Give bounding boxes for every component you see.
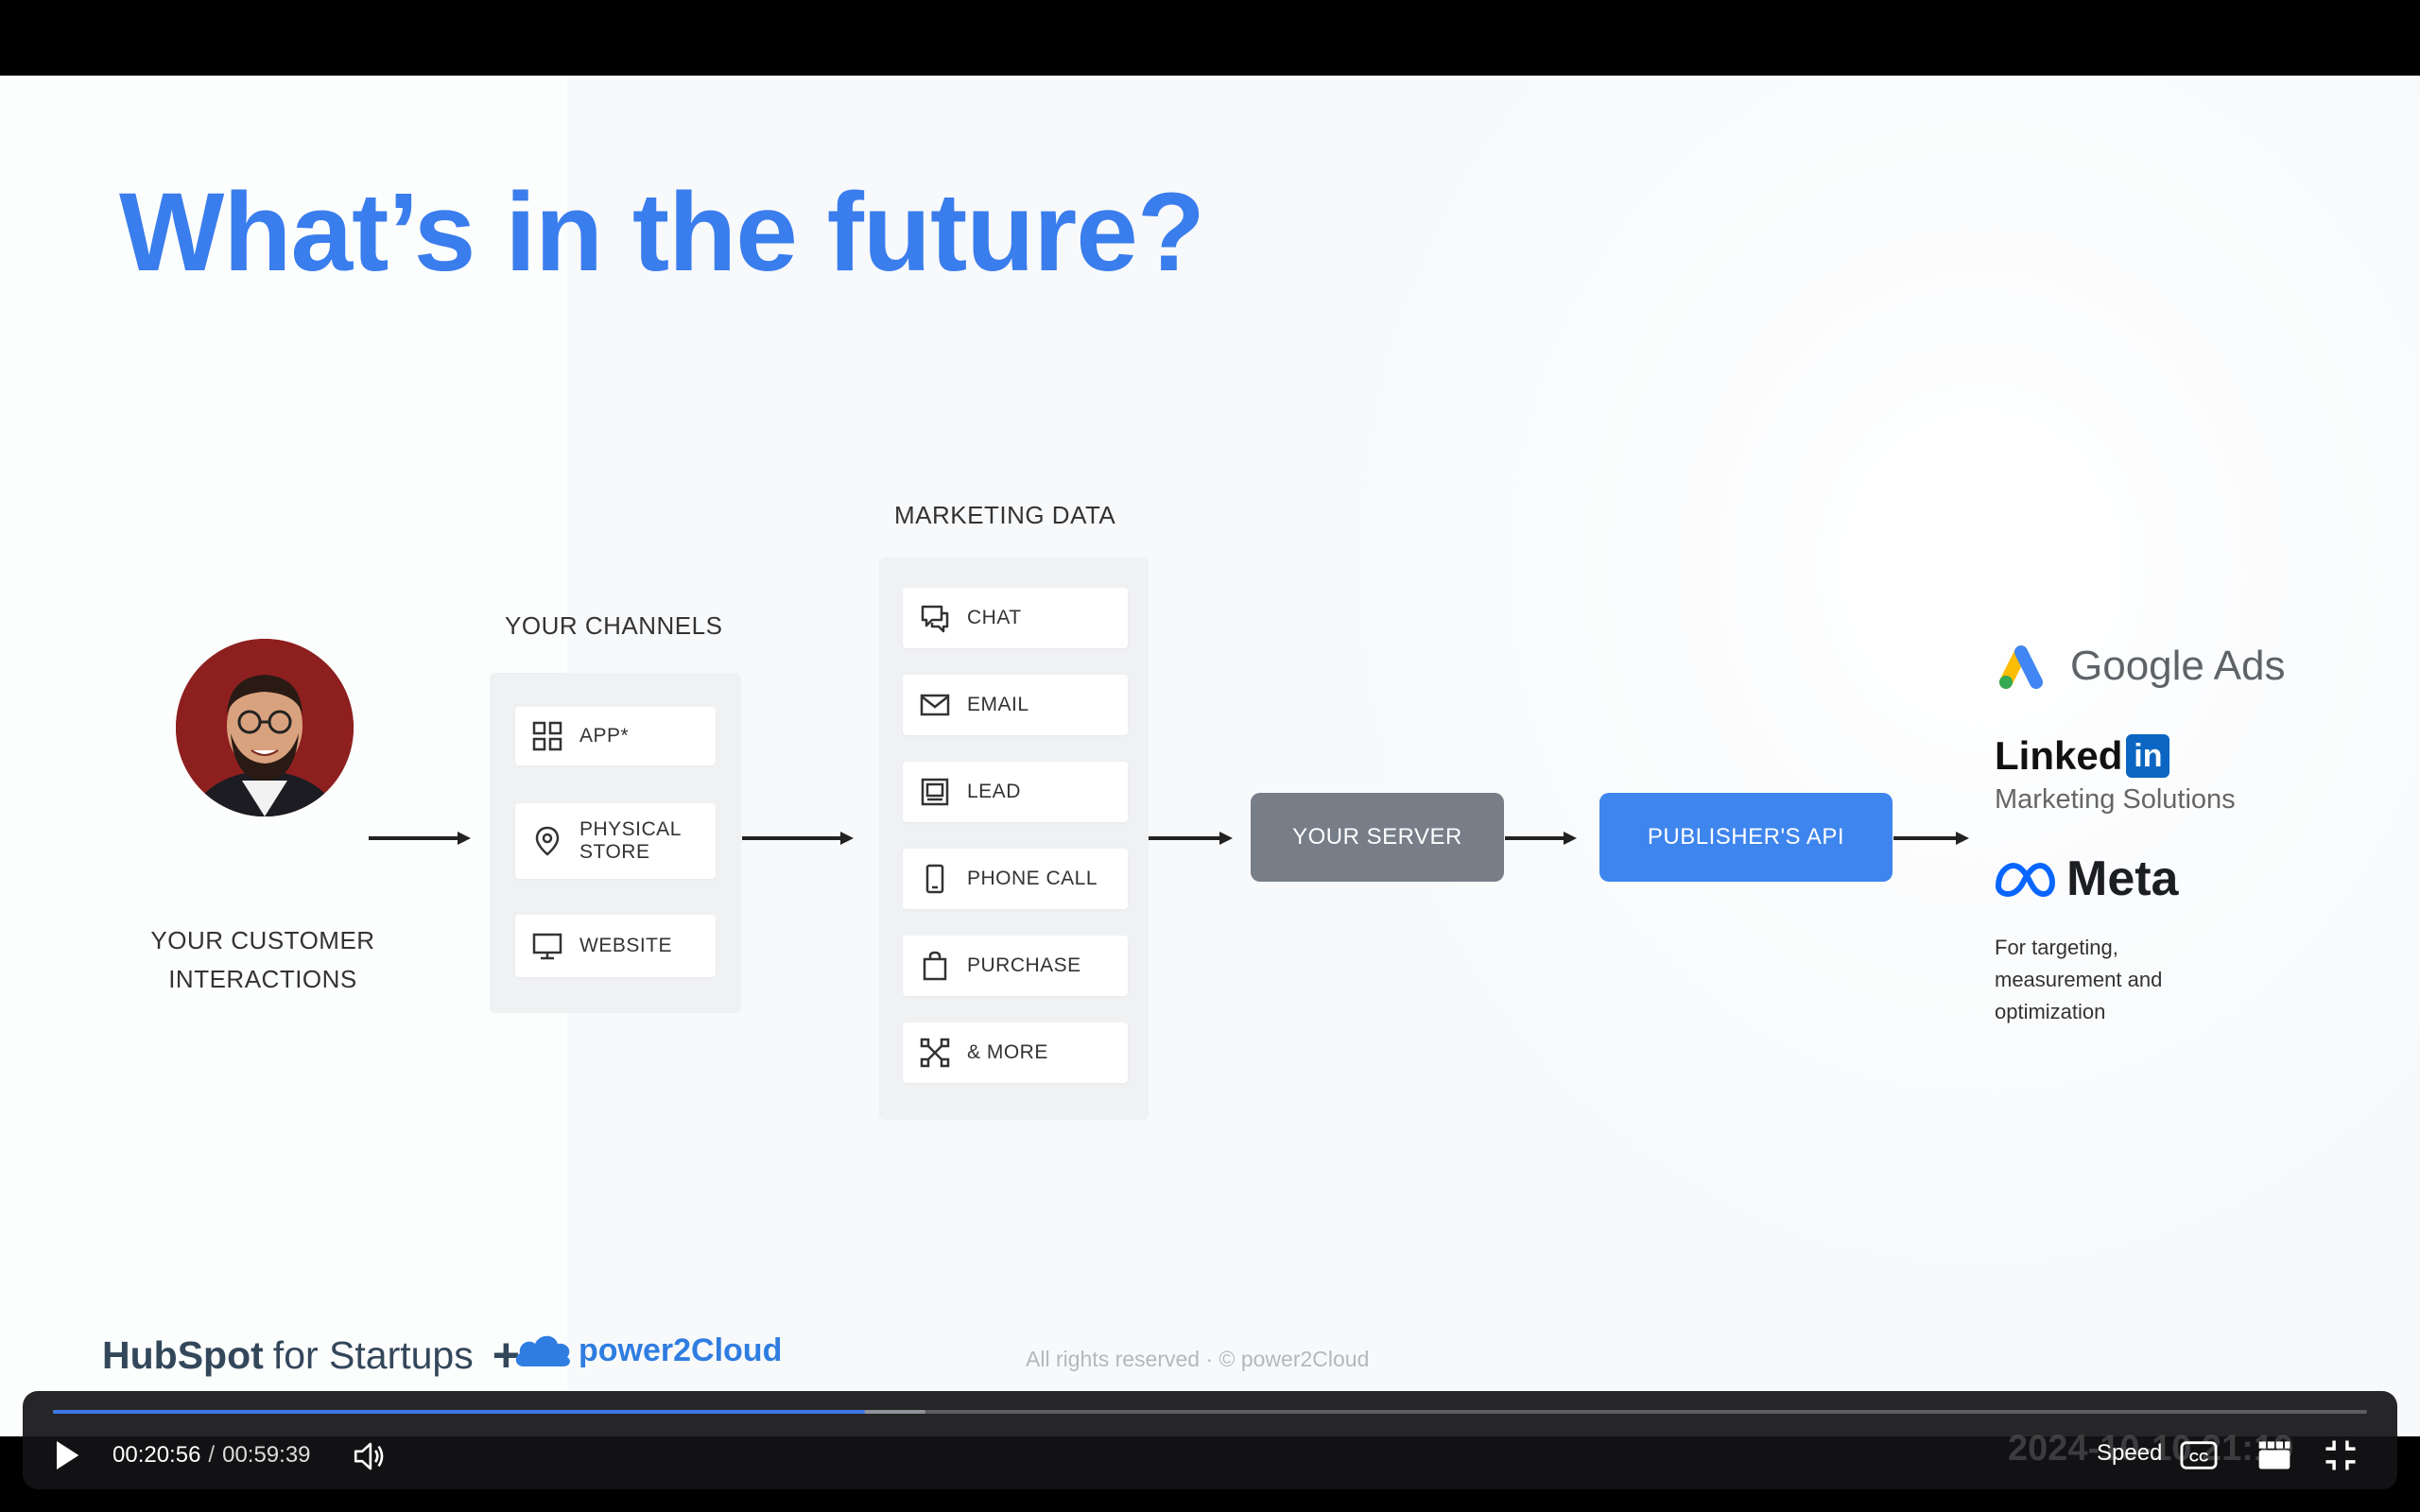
chapters-icon[interactable] [2254,1435,2295,1476]
channel-item-app: APP* [515,707,716,765]
marketing-data-heading: MARKETING DATA [894,501,1116,529]
power2cloud-text: power2Cloud [579,1332,783,1368]
monitor-icon [530,929,564,963]
linkedin-logo: Linked in [1995,733,2170,779]
data-item-label: PHONE CALL [967,868,1098,889]
google-ads-text: Google Ads [2070,643,2286,689]
network-icon [918,1036,952,1070]
customer-interactions-label: YOUR CUSTOMER INTERACTIONS [150,926,375,993]
time-separator: / [208,1442,216,1468]
chat-icon [918,601,952,635]
channel-item-physical-store: PHYSICAL STORE [515,803,716,879]
data-item-label: LEAD [967,781,1021,802]
channel-item-website: WEBSITE [515,915,716,977]
channel-label: WEBSITE [579,935,673,956]
channels-heading: YOUR CHANNELS [505,611,723,640]
your-server-box: YOUR SERVER [1251,793,1504,882]
speed-button[interactable]: Speed [2097,1440,2162,1467]
hubspot-for-startups-logo: HubSpot for Startups + [102,1328,520,1383]
shopping-bag-icon [918,949,952,983]
data-item-label: CHAT [967,607,1022,628]
linkedin-text: Linked [1995,733,2123,778]
power2cloud-logo: power2Cloud [510,1327,782,1374]
location-pin-icon [530,824,564,858]
duration: 00:59:39 [222,1442,311,1468]
closed-captions-icon[interactable]: CC [2178,1436,2220,1474]
lead-form-icon [918,775,952,809]
data-item-phone-call: PHONE CALL [903,849,1128,909]
phone-icon [918,862,952,896]
top-letterbox-bar [0,0,2420,76]
linkedin-in-badge: in [2126,734,2170,778]
progress-bar[interactable] [53,1410,2367,1414]
publishers-api-box: PUBLISHER'S API [1599,793,1893,882]
meta-logo: Meta [1993,850,2178,907]
google-ads-icon [1995,643,2048,690]
arrow-channels-to-data [742,827,854,850]
data-item-label: & MORE [967,1041,1048,1063]
envelope-icon [918,688,952,722]
cloud-icon [510,1327,577,1374]
data-item-label: PURCHASE [967,954,1081,976]
copyright-text: All rights reserved · © power2Cloud [1026,1347,1370,1371]
played-range [53,1410,866,1414]
meta-infinity-icon [1993,858,2057,900]
channel-label: APP* [579,725,630,747]
hubspot-brand: HubSpot [102,1332,264,1377]
google-ads-logo: Google Ads [1995,643,2286,690]
data-item-email: EMAIL [903,675,1128,735]
volume-icon[interactable] [348,1435,391,1478]
time-display: 00:20:56 /00:59:39 [112,1442,311,1469]
customer-avatar [176,639,354,816]
slide-title: What’s in the future? [119,170,1205,295]
data-item-label: EMAIL [967,694,1029,715]
data-item-purchase: PURCHASE [903,936,1128,996]
arrow-server-to-api [1505,827,1577,850]
data-item-chat: CHAT [903,588,1128,648]
meta-text: Meta [2066,851,2179,906]
exit-fullscreen-icon[interactable] [2320,1435,2361,1476]
arrow-customer-to-channels [369,827,471,850]
arrow-api-to-publishers [1893,827,1969,850]
video-controls-bar: 00:20:56/00:59:39 2024-10-10 21:19 Speed… [23,1391,2397,1489]
arrow-data-to-server [1148,827,1233,850]
data-item-more: & MORE [903,1022,1128,1083]
play-icon[interactable] [43,1433,89,1478]
grid-icon [530,719,564,753]
hubspot-sub: for Startups [272,1332,474,1377]
current-time: 00:20:56 [112,1442,201,1468]
data-item-lead: LEAD [903,762,1128,822]
targeting-note: For targeting, measurement and optimizat… [1995,936,2163,1023]
linkedin-marketing-solutions: Marketing Solutions [1995,784,2236,815]
svg-text:CC: CC [2189,1451,2209,1466]
channel-label: PHYSICAL STORE [579,818,682,863]
